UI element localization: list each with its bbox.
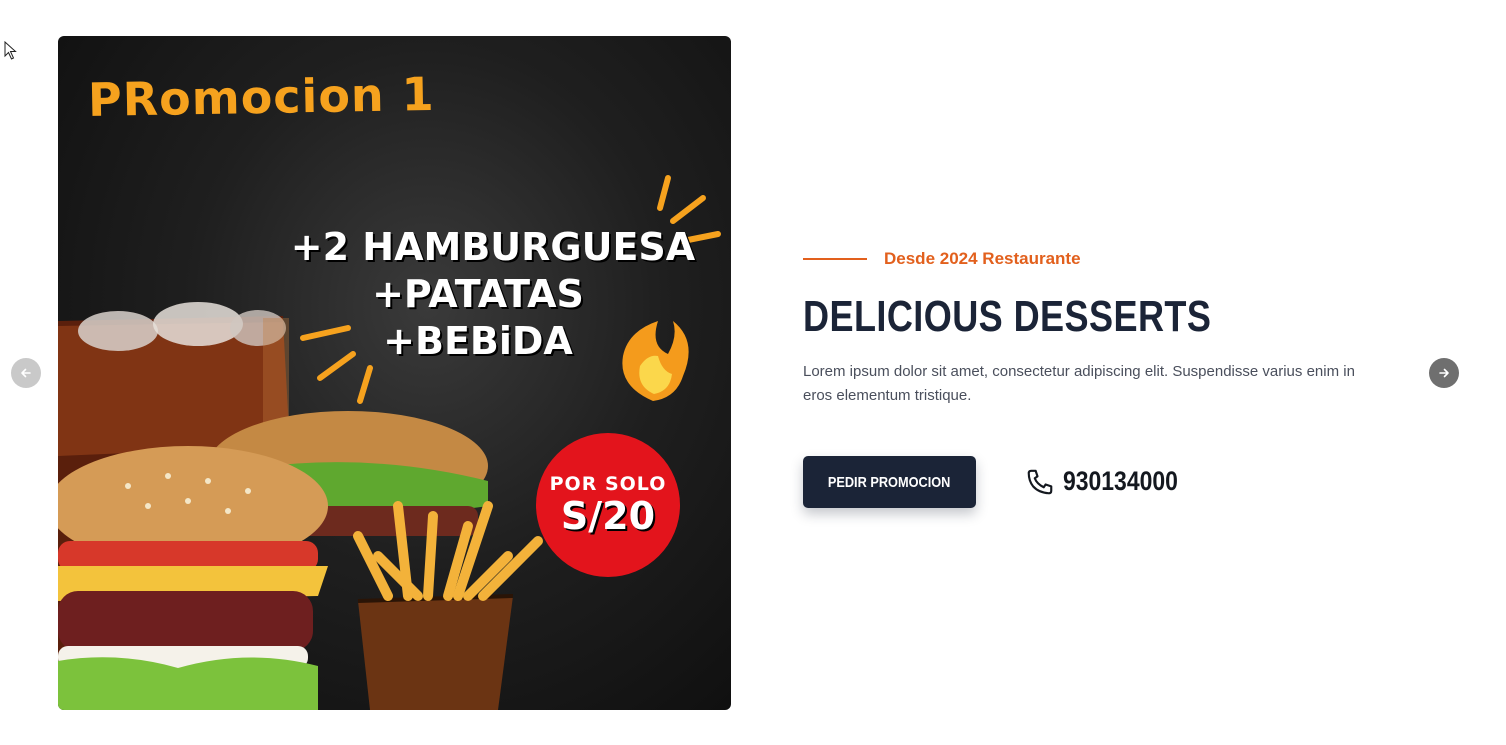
eyebrow-divider — [803, 258, 867, 260]
promo-image: PRomocion 1 +2 HAMBURGUESA +PATATAS +BEB… — [58, 36, 731, 710]
price-badge-label: POR SOLO — [549, 473, 667, 495]
arrow-right-icon — [1439, 368, 1449, 378]
phone-contact[interactable]: 930134000 — [1025, 466, 1198, 497]
eyebrow: Desde 2024 Restaurante — [803, 249, 1081, 269]
promo-item-drink: +BEBiDA — [383, 319, 573, 363]
promo-item-fries: +PATATAS — [372, 272, 584, 316]
food-illustration — [58, 175, 721, 710]
slide-heading: DELICIOUS DESSERTS — [803, 292, 1212, 341]
price-badge: POR SOLO S/20 — [536, 433, 680, 577]
price-badge-amount: S/20 — [560, 494, 656, 538]
eyebrow-text: Desde 2024 Restaurante — [884, 249, 1081, 268]
promo-items: +2 HAMBURGUESA +PATATAS +BEBiDA — [248, 224, 708, 365]
order-promo-button[interactable]: PEDIR PROMOCION — [803, 456, 976, 508]
promo-title: PRomocion 1 — [87, 66, 436, 128]
mouse-cursor-icon — [4, 41, 17, 60]
phone-number: 930134000 — [1063, 466, 1178, 496]
arrow-left-icon — [21, 368, 31, 378]
slider-next-button[interactable] — [1429, 358, 1459, 388]
slider-prev-button[interactable] — [11, 358, 41, 388]
promo-item-burgers: +2 HAMBURGUESA — [290, 225, 696, 269]
order-promo-button-label: PEDIR PROMOCION — [828, 473, 951, 491]
phone-icon — [1027, 469, 1053, 494]
slide-description: Lorem ipsum dolor sit amet, consectetur … — [803, 363, 1355, 404]
